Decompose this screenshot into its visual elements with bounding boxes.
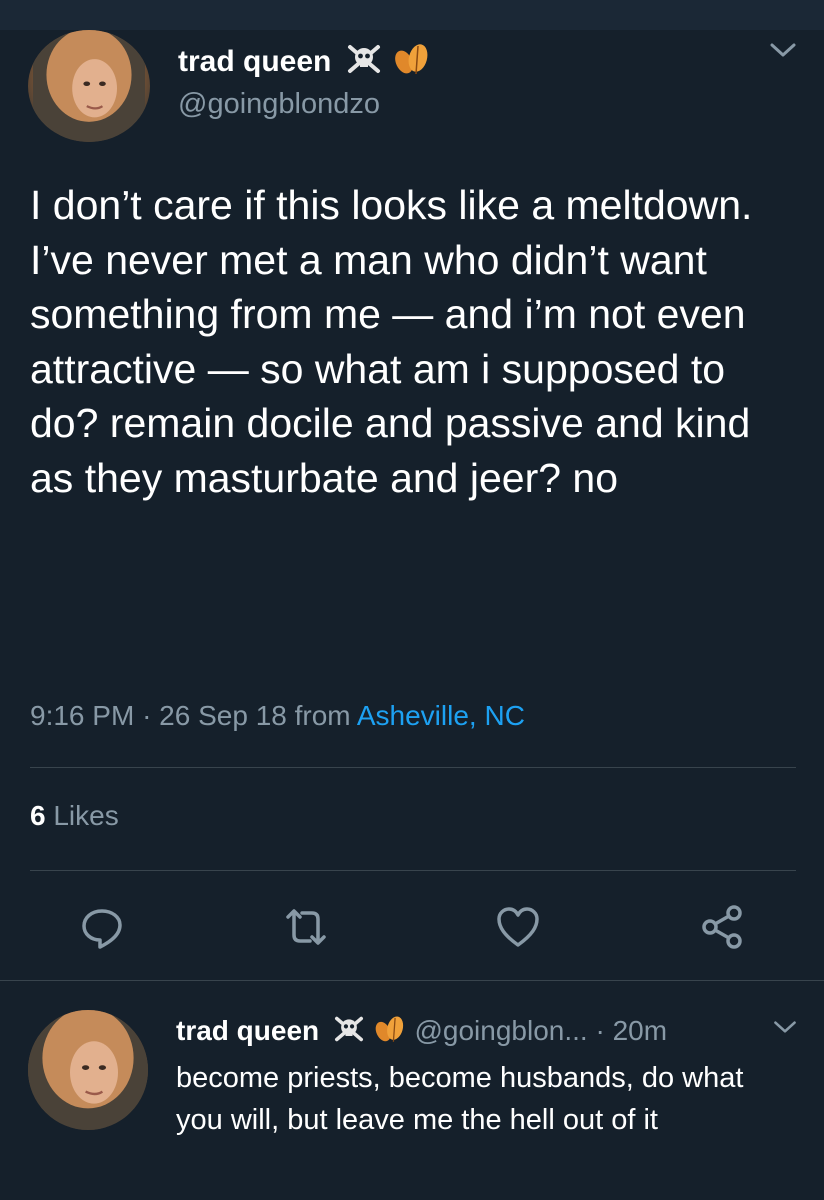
author-name-row[interactable]: trad queen — [178, 42, 432, 84]
tweet-metadata: 9:16 PM · 26 Sep 18 from Asheville, NC — [30, 700, 525, 732]
chevron-down-icon[interactable] — [772, 1018, 798, 1041]
leaves-icon — [392, 42, 432, 84]
reply-icon[interactable] — [78, 903, 126, 951]
reply-time[interactable]: 20m — [613, 1015, 667, 1046]
tweet-location-link[interactable]: Asheville, NC — [357, 700, 525, 731]
tweet-time[interactable]: 9:16 PM — [30, 700, 134, 731]
chevron-down-icon[interactable] — [768, 40, 798, 65]
divider — [0, 980, 824, 981]
share-icon[interactable] — [698, 903, 746, 951]
leaves-icon — [373, 1014, 407, 1051]
skull-and-crossbones-icon — [333, 1015, 365, 1050]
divider — [30, 870, 796, 871]
from-label: from — [294, 700, 351, 731]
likes-count: 6 — [30, 800, 46, 831]
retweet-icon[interactable] — [282, 903, 330, 951]
like-icon[interactable] — [494, 903, 542, 951]
avatar-photo — [28, 1010, 148, 1130]
reply-author-name[interactable]: trad queen — [176, 1015, 319, 1046]
reply-author-handle[interactable]: @goingblon... — [414, 1015, 587, 1046]
likes-count-row[interactable]: 6 Likes — [30, 800, 119, 832]
reply-text: become priests, become husbands, do what… — [176, 1062, 744, 1136]
meta-separator: · — [142, 700, 152, 731]
divider — [30, 767, 796, 768]
status-bar — [0, 0, 824, 30]
likes-label: Likes — [53, 800, 119, 831]
reply-separator: · — [595, 1014, 605, 1046]
skull-and-crossbones-icon — [346, 43, 382, 83]
tweet-date[interactable]: 26 Sep 18 — [159, 700, 287, 731]
reply-header[interactable]: trad queen @goingblon... · 20m — [176, 1014, 667, 1051]
reply-avatar[interactable] — [28, 1010, 148, 1130]
avatar-photo — [33, 30, 145, 142]
author-handle[interactable]: @goingblondzo — [178, 88, 380, 121]
tweet-text: I don’t care if this looks like a meltdo… — [30, 182, 753, 501]
author-name[interactable]: trad queen — [178, 45, 331, 78]
avatar[interactable] — [28, 30, 150, 142]
